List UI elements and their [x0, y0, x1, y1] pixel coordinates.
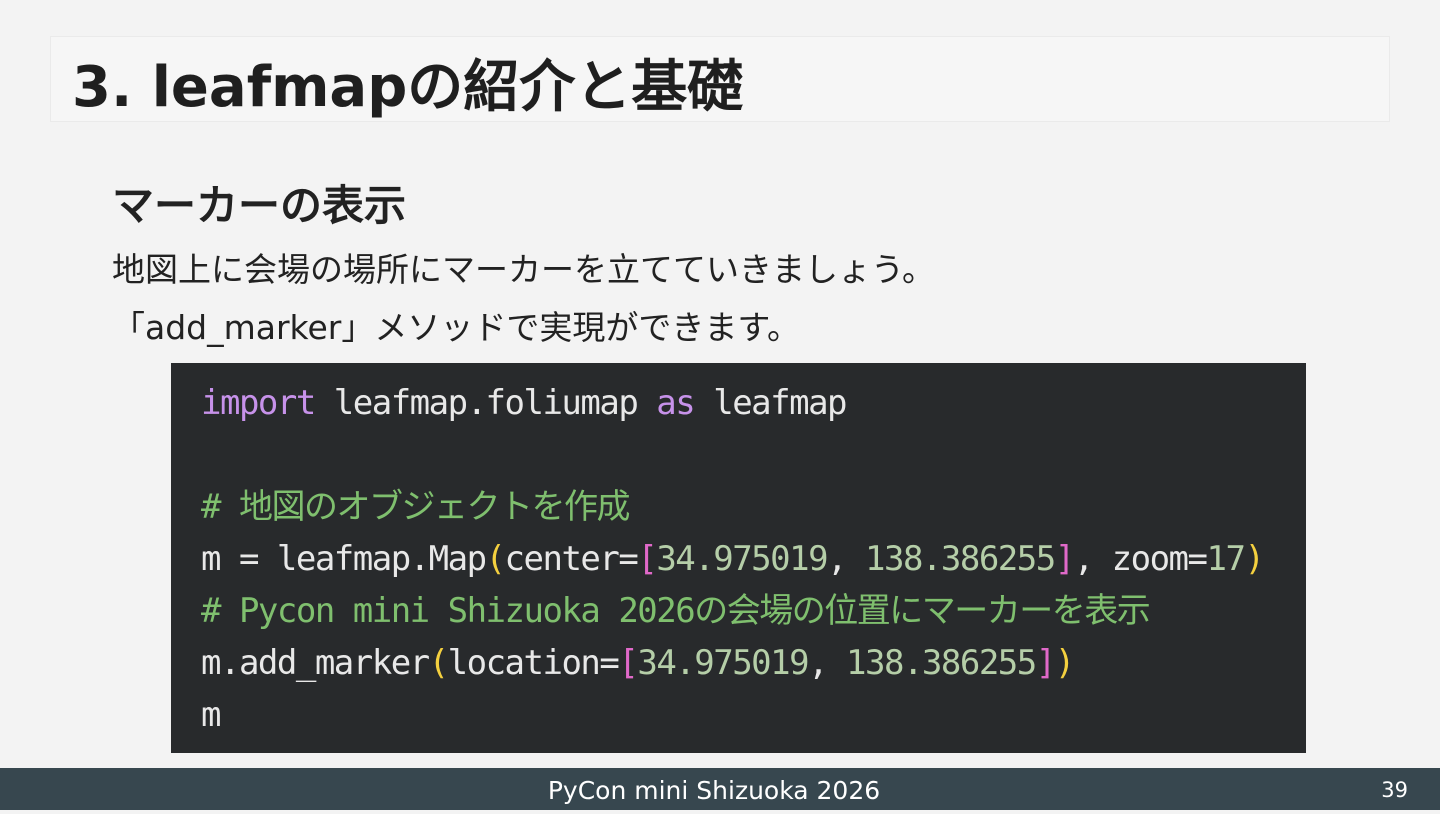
code-line-import: import leafmap.foliumap as leafmap [201, 377, 1306, 429]
code-line-m: m [201, 695, 221, 735]
code-comment-marker: # Pycon mini Shizuoka 2026の会場の位置にマーカーを表示 [201, 591, 1151, 631]
footer-event-name: PyCon mini Shizuoka 2026 [547, 776, 881, 805]
footer-bar: PyCon mini Shizuoka 2026 39 [0, 768, 1440, 810]
open-paren: ( [428, 643, 449, 683]
slide-title: 3. leafmapの紹介と基礎 [72, 55, 744, 120]
page-number: 39 [1381, 778, 1408, 802]
close-paren: ) [1244, 539, 1264, 579]
section-heading: マーカーの表示 [112, 181, 407, 230]
map-call: m = leafmap.Map [201, 539, 487, 579]
center-lon: 138.386255 [865, 539, 1056, 579]
separator: , [827, 539, 865, 579]
open-bracket: [ [637, 539, 657, 579]
open-bracket: [ [618, 643, 638, 683]
arg-location: location= [447, 643, 620, 683]
open-paren: ( [485, 539, 506, 579]
code-block: import leafmap.foliumap as leafmap # 地図の… [171, 363, 1306, 753]
add-marker-call: m.add_marker [201, 643, 430, 683]
keyword-import: import [201, 383, 316, 423]
marker-lon: 138.386255 [846, 643, 1037, 683]
close-paren: ) [1054, 643, 1075, 683]
code-line-map: m = leafmap.Map(center=[34.975019, 138.3… [201, 533, 1306, 585]
zoom-value: 17 [1206, 539, 1245, 579]
close-bracket: ] [1035, 643, 1056, 683]
center-lat: 34.975019 [656, 539, 828, 579]
code-line-add-marker: m.add_marker(location=[34.975019, 138.38… [201, 637, 1306, 689]
arg-center: center= [504, 539, 639, 579]
keyword-as: as [656, 383, 695, 423]
body-text-line-2: 「add_marker」メソッドで実現ができます。 [112, 308, 801, 347]
separator: , [808, 643, 847, 683]
marker-lat: 34.975019 [637, 643, 809, 683]
close-bracket: ] [1054, 539, 1075, 579]
module-alias: leafmap [694, 383, 847, 423]
body-text-line-1: 地図上に会場の場所にマーカーを立てていきましょう。 [112, 250, 936, 289]
code-comment-create-map: # 地図のオブジェクトを作成 [201, 487, 630, 527]
arg-zoom: , zoom= [1073, 539, 1208, 579]
module-name: leafmap.foliumap [314, 383, 657, 423]
